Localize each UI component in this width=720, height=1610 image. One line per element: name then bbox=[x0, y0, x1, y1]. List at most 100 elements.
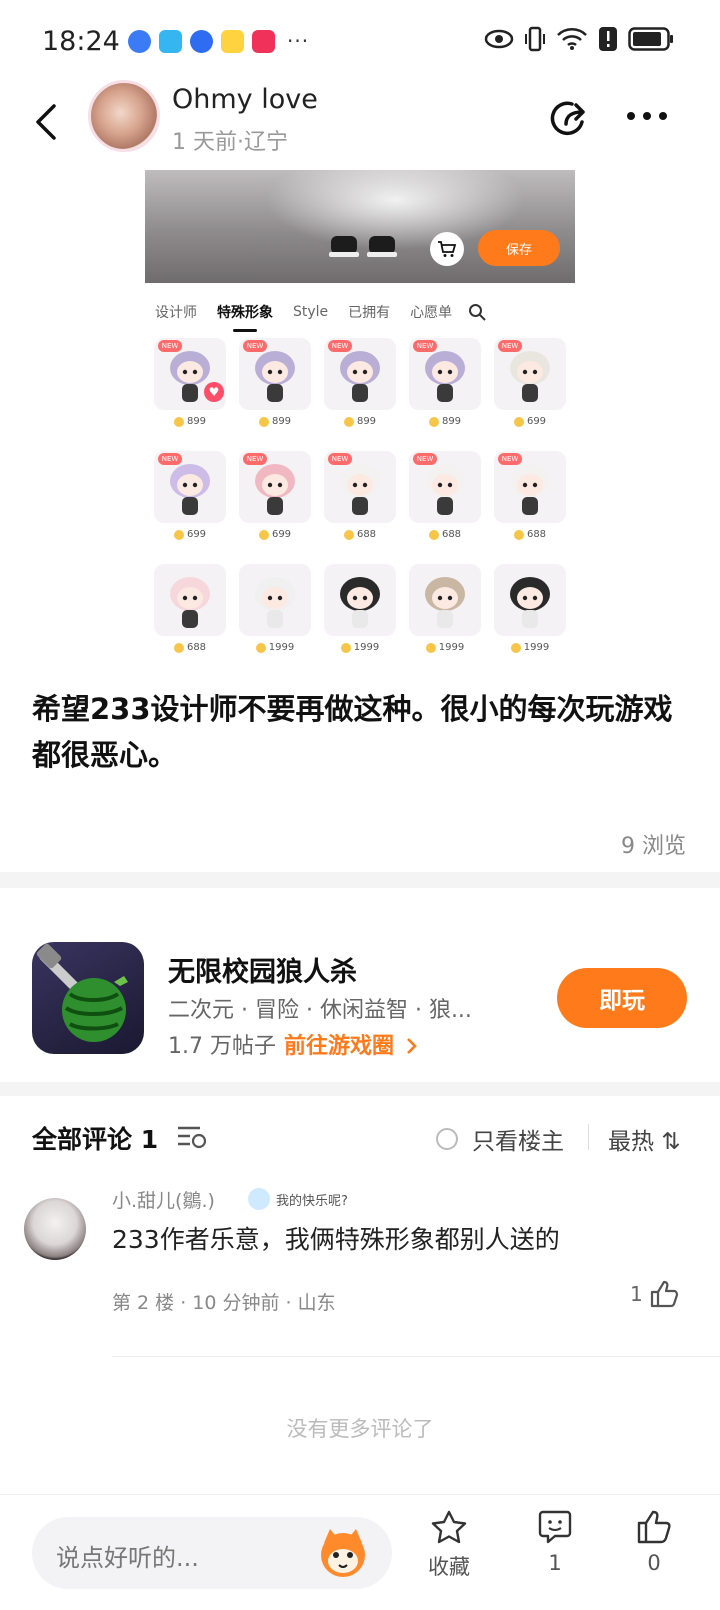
post-image[interactable]: 保存 设计师 特殊形象 Style 已拥有 心愿单 NEW ♥ 899 NEW 899 N… bbox=[145, 170, 575, 670]
play-now-button[interactable]: 即玩 bbox=[557, 968, 687, 1028]
status-time: 18:24 bbox=[42, 26, 120, 57]
game-circle-link-label: 前往游戏圈 bbox=[283, 1034, 394, 1059]
notification-icons: ··· bbox=[128, 29, 309, 53]
comments-header: 全部评论 1 只看楼主 最热 ⇅ bbox=[0, 1104, 720, 1164]
game-title[interactable]: 无限校园狼人杀 bbox=[168, 950, 357, 989]
weather-notification-icon bbox=[221, 29, 244, 53]
avatar-item: 1999 bbox=[491, 564, 569, 669]
avatar-item: NEW ♥ 899 bbox=[151, 338, 229, 443]
author-name[interactable]: Ohmy love bbox=[172, 84, 318, 115]
price-value: 1999 bbox=[353, 642, 380, 653]
wifi-icon bbox=[557, 28, 587, 50]
avatar-item-price: 1999 bbox=[491, 642, 569, 653]
image-search-icon bbox=[469, 304, 486, 321]
favorite-button[interactable]: 收藏 bbox=[428, 1509, 470, 1581]
avatar-figure bbox=[340, 577, 380, 628]
coin-icon bbox=[173, 416, 184, 427]
game-meta: 1.7 万帖子 前往游戏圈 bbox=[168, 1028, 418, 1060]
game-post-count: 1.7 万帖子 bbox=[168, 1034, 276, 1059]
avatar-item: 1999 bbox=[236, 564, 314, 669]
avatar-item-thumbnail bbox=[409, 564, 481, 636]
post-header: Ohmy love 1 天前·辽宁 bbox=[0, 78, 720, 168]
comment-count-button[interactable]: 1 bbox=[537, 1509, 573, 1575]
avatar-preview-banner: 保存 bbox=[145, 170, 575, 283]
price-value: 699 bbox=[186, 529, 207, 540]
comment-like-button[interactable]: 1 bbox=[630, 1280, 679, 1308]
wishlist-heart-icon: ♥ bbox=[204, 382, 224, 402]
app-notification-icon bbox=[128, 29, 151, 53]
game-card[interactable]: 无限校园狼人杀 二次元 · 冒险 · 休闲益智 · 狼... 1.7 万帖子 前往… bbox=[0, 910, 720, 1082]
post-time-location: 1 天前·辽宁 bbox=[172, 130, 288, 155]
avatar-item-thumbnail: NEW bbox=[409, 451, 481, 523]
author-avatar[interactable] bbox=[88, 80, 160, 152]
coin-icon bbox=[343, 416, 354, 427]
watermelon-icon bbox=[36, 943, 128, 1042]
comment-item[interactable]: 小.甜儿(鶵.) 我的快乐呢? 233作者乐意，我俩特殊形象都别人送的 第 2 … bbox=[0, 1186, 720, 1357]
filter-icon[interactable] bbox=[176, 1124, 208, 1150]
price-value: 899 bbox=[356, 416, 377, 427]
like-count: 0 bbox=[647, 1551, 661, 1575]
game-circle-link[interactable]: 前往游戏圈 bbox=[284, 1034, 418, 1059]
price-value: 688 bbox=[356, 529, 377, 540]
more-options-icon[interactable] bbox=[626, 110, 668, 122]
avatar-shoes bbox=[329, 236, 397, 257]
avatar-item-thumbnail: NEW bbox=[324, 451, 396, 523]
avatar-item: NEW 699 bbox=[151, 451, 229, 556]
avatar-item-price: 688 bbox=[321, 529, 399, 540]
share-icon[interactable] bbox=[546, 96, 592, 142]
coin-icon bbox=[340, 642, 351, 653]
only-op-label[interactable]: 只看楼主 bbox=[472, 1122, 564, 1156]
avatar-item-price: 899 bbox=[321, 416, 399, 427]
comment-divider bbox=[112, 1356, 720, 1357]
coin-icon bbox=[425, 642, 436, 653]
avatar-item-thumbnail: NEW bbox=[409, 338, 481, 410]
comment-icon bbox=[538, 1510, 572, 1544]
price-value: 699 bbox=[526, 416, 547, 427]
comments-title: 全部评论 1 bbox=[32, 1125, 159, 1154]
system-icons bbox=[484, 26, 674, 52]
new-badge: NEW bbox=[328, 340, 352, 352]
coin-icon bbox=[513, 416, 524, 427]
avatar-item: NEW 688 bbox=[406, 451, 484, 556]
avatar-item-price: 688 bbox=[151, 642, 229, 653]
new-badge: NEW bbox=[413, 453, 437, 465]
vibrate-icon bbox=[525, 26, 545, 52]
view-count: 9 浏览 bbox=[621, 834, 686, 859]
image-tab-owned: 已拥有 bbox=[348, 305, 391, 321]
comment-like-count: 1 bbox=[630, 1282, 643, 1306]
coin-icon bbox=[173, 529, 184, 540]
reader-notification-icon bbox=[159, 29, 182, 53]
avatar-item: 1999 bbox=[321, 564, 399, 669]
commenter-badge-text: 我的快乐呢? bbox=[276, 1194, 348, 1209]
avatar-item-price: 688 bbox=[406, 529, 484, 540]
sort-toggle[interactable]: 最热 ⇅ bbox=[608, 1122, 681, 1156]
price-value: 1999 bbox=[268, 642, 295, 653]
new-badge: NEW bbox=[328, 453, 352, 465]
mascot-emoji-icon[interactable] bbox=[314, 1525, 372, 1581]
only-op-radio[interactable] bbox=[436, 1128, 458, 1150]
coin-icon bbox=[173, 642, 184, 653]
avatar-item-thumbnail bbox=[154, 564, 226, 636]
commenter-avatar[interactable] bbox=[24, 1198, 86, 1260]
save-button-in-image: 保存 bbox=[478, 230, 560, 266]
avatar-figure bbox=[170, 577, 210, 628]
avatar-items-grid: NEW ♥ 899 NEW 899 NEW 899 NEW 899 NEW 699 NEW 699 NEW… bbox=[151, 338, 571, 669]
chevron-right-icon bbox=[406, 1038, 417, 1054]
price-value: 688 bbox=[186, 642, 207, 653]
video-notification-icon bbox=[252, 29, 275, 53]
image-tab-special: 特殊形象 bbox=[207, 302, 283, 332]
new-badge: NEW bbox=[498, 340, 522, 352]
coin-icon bbox=[513, 529, 524, 540]
alert-icon bbox=[599, 27, 617, 51]
favorite-label: 收藏 bbox=[428, 1555, 470, 1579]
like-button[interactable]: 0 bbox=[636, 1509, 672, 1575]
no-more-comments: 没有更多评论了 bbox=[286, 1417, 434, 1441]
game-icon[interactable] bbox=[32, 942, 144, 1054]
back-arrow-icon[interactable] bbox=[30, 100, 64, 144]
new-badge: NEW bbox=[413, 340, 437, 352]
price-value: 688 bbox=[441, 529, 462, 540]
post-body: 希望233设计师不要再做这种。很小的每次玩游戏都很恶心。 bbox=[32, 692, 673, 772]
avatar-item-thumbnail bbox=[239, 564, 311, 636]
commenter-name[interactable]: 小.甜儿(鶵.) bbox=[112, 1186, 215, 1213]
comment-input[interactable]: 说点好听的... bbox=[32, 1517, 392, 1589]
